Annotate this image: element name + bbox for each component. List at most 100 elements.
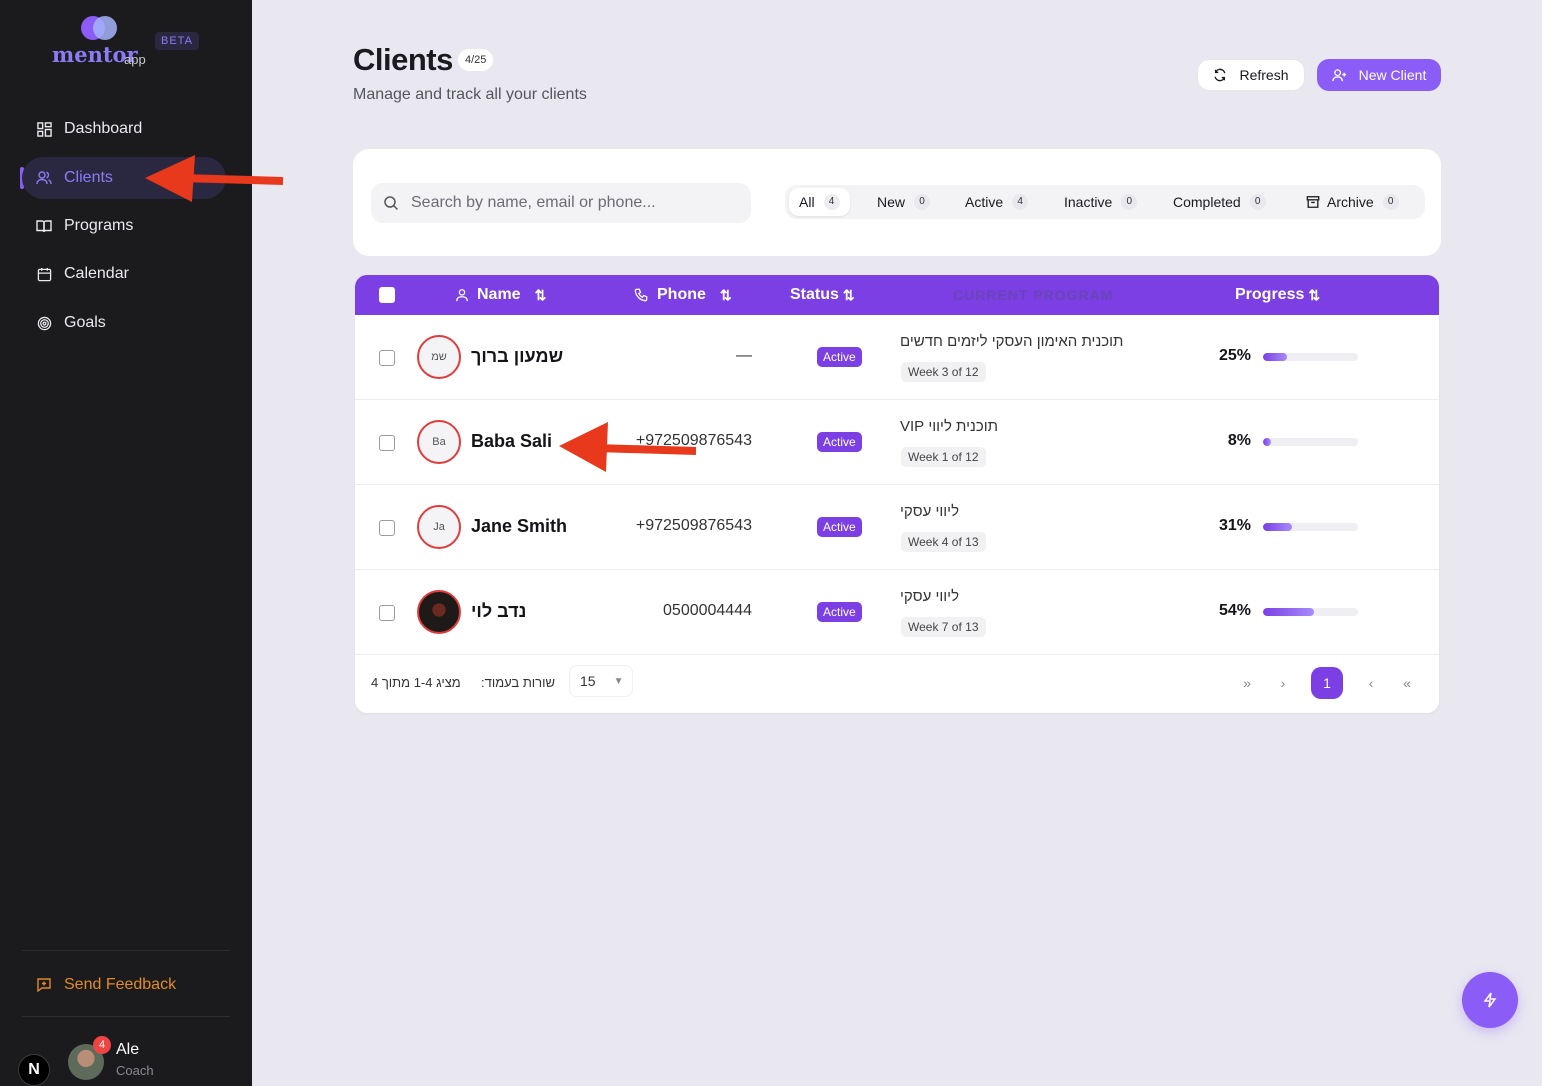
tab-count: 4 bbox=[823, 194, 840, 210]
rows-per-page-select[interactable]: 15 ▼ bbox=[569, 665, 633, 697]
sort-icon[interactable]: ⇅ bbox=[720, 287, 732, 304]
tab-label: Inactive bbox=[1064, 194, 1113, 210]
table-row[interactable]: שמ שמעון ברוך — Active תוכנית האימון העס… bbox=[355, 315, 1439, 400]
tab-count: 0 bbox=[914, 194, 931, 210]
next-page-button[interactable]: › bbox=[1267, 667, 1299, 699]
feedback-icon bbox=[36, 977, 52, 993]
mentor-logo[interactable]: mentor app bbox=[50, 16, 160, 72]
tab-active[interactable]: Active 4 bbox=[955, 188, 1038, 216]
logo-circle-icon bbox=[93, 16, 117, 40]
calendar-icon bbox=[36, 266, 52, 282]
tab-inactive[interactable]: Inactive 0 bbox=[1054, 188, 1147, 216]
last-page-button[interactable]: « bbox=[1391, 667, 1423, 699]
tab-count: 0 bbox=[1121, 194, 1138, 210]
sidebar-item-programs[interactable]: Programs bbox=[22, 205, 226, 247]
progress-fill bbox=[1263, 608, 1315, 616]
refresh-button[interactable]: Refresh bbox=[1197, 59, 1305, 91]
user-name: Ale bbox=[116, 1041, 140, 1058]
send-feedback-button[interactable]: Send Feedback bbox=[36, 976, 176, 994]
week-badge: Week 4 of 13 bbox=[901, 532, 986, 552]
progress-percent: 31% bbox=[1218, 517, 1251, 534]
status-badge: Active bbox=[817, 517, 862, 537]
program-name: ליווי עסקי bbox=[900, 503, 960, 520]
page-button-current[interactable]: 1 bbox=[1311, 667, 1343, 699]
table-row[interactable]: נדב לוי 0500004444 Active ליווי עסקי Wee… bbox=[355, 570, 1439, 655]
annotation-arrow-icon bbox=[145, 155, 284, 202]
row-checkbox[interactable] bbox=[379, 520, 395, 536]
avatar bbox=[417, 590, 461, 634]
progress-bar bbox=[1263, 353, 1358, 361]
row-checkbox[interactable] bbox=[379, 350, 395, 366]
avatar: שמ bbox=[417, 335, 461, 379]
nextjs-dev-badge[interactable]: N bbox=[18, 1054, 50, 1086]
search-input[interactable] bbox=[411, 194, 731, 212]
tab-count: 0 bbox=[1249, 194, 1266, 210]
column-label: Phone bbox=[657, 286, 706, 303]
client-name[interactable]: נדב לוי bbox=[471, 601, 526, 622]
table-footer: מציג 1-4 מתוך 4 שורות בעמוד: 15 ▼ » › 1 … bbox=[355, 653, 1439, 713]
tab-completed[interactable]: Completed 0 bbox=[1163, 188, 1276, 216]
program-name: תוכנית ליווי VIP bbox=[900, 418, 998, 435]
progress-percent: 8% bbox=[1227, 432, 1251, 449]
previous-page-button[interactable]: ‹ bbox=[1355, 667, 1387, 699]
lightning-icon bbox=[1483, 992, 1497, 1008]
user-icon bbox=[456, 289, 468, 302]
client-phone: +972509876543 bbox=[635, 517, 752, 534]
sort-icon[interactable]: ⇅ bbox=[843, 287, 855, 304]
annotation-arrow-icon bbox=[559, 422, 697, 472]
add-user-icon bbox=[1331, 68, 1346, 81]
week-badge: Week 3 of 12 bbox=[901, 362, 986, 382]
column-label: CURRENT PROGRAM bbox=[953, 287, 1114, 303]
table-header: Name ⇅ Phone ⇅ Status ⇅ CURRENT PROGRAM … bbox=[355, 275, 1439, 315]
pagination-summary: מציג 1-4 מתוך 4 bbox=[371, 675, 461, 690]
sidebar-item-goals[interactable]: Goals bbox=[22, 302, 226, 344]
status-badge: Active bbox=[817, 602, 862, 622]
client-phone: — bbox=[736, 347, 752, 364]
first-page-button[interactable]: » bbox=[1231, 667, 1263, 699]
sidebar-item-calendar[interactable]: Calendar bbox=[22, 253, 226, 295]
refresh-icon bbox=[1214, 68, 1226, 82]
client-phone: 0500004444 bbox=[663, 602, 752, 619]
column-header-status[interactable]: Status ⇅ bbox=[790, 275, 855, 315]
avatar: Ja bbox=[417, 505, 461, 549]
program-name: ליווי עסקי bbox=[900, 588, 960, 605]
tab-new[interactable]: New 0 bbox=[867, 188, 940, 216]
row-checkbox[interactable] bbox=[379, 435, 395, 451]
dashboard-icon bbox=[36, 121, 52, 137]
tab-label: Active bbox=[965, 194, 1004, 210]
sidebar-item-dashboard[interactable]: Dashboard bbox=[22, 108, 226, 150]
status-filter-tabs: All 4 New 0 Active 4 Inactive 0 Completed 0 A… bbox=[785, 185, 1425, 219]
search-box[interactable] bbox=[371, 183, 751, 223]
column-header-progress[interactable]: Progress ⇅ bbox=[1235, 275, 1320, 315]
rows-per-page-label: שורות בעמוד: bbox=[481, 675, 555, 690]
quick-action-button[interactable] bbox=[1462, 972, 1518, 1028]
tab-label: All bbox=[799, 194, 815, 210]
send-feedback-label: Send Feedback bbox=[64, 976, 177, 993]
column-header-phone[interactable]: Phone ⇅ bbox=[634, 275, 732, 315]
avatar: Ba bbox=[417, 420, 461, 464]
table-row[interactable]: Ba Baba Sali +972509876543 Active תוכנית… bbox=[355, 400, 1439, 485]
tab-archive[interactable]: Archive 0 bbox=[1296, 188, 1409, 216]
sort-icon[interactable]: ⇅ bbox=[1308, 287, 1320, 304]
progress-fill bbox=[1263, 438, 1271, 446]
client-name[interactable]: Baba Sali bbox=[471, 431, 552, 452]
progress-bar bbox=[1263, 608, 1358, 616]
new-client-button[interactable]: New Client bbox=[1317, 59, 1441, 91]
client-name[interactable]: שמעון ברוך bbox=[471, 346, 563, 367]
sidebar-item-label: Calendar bbox=[64, 265, 129, 282]
client-count-badge: 4/25 bbox=[458, 49, 494, 71]
client-name[interactable]: Jane Smith bbox=[471, 516, 567, 537]
sidebar-divider bbox=[22, 950, 230, 951]
sort-icon[interactable]: ⇅ bbox=[535, 287, 547, 304]
tab-all[interactable]: All 4 bbox=[789, 188, 850, 216]
user-role: Coach bbox=[116, 1063, 154, 1078]
column-header-program: CURRENT PROGRAM bbox=[953, 275, 1113, 315]
column-header-name[interactable]: Name ⇅ bbox=[455, 275, 546, 315]
select-all-checkbox[interactable] bbox=[379, 287, 395, 303]
row-checkbox[interactable] bbox=[379, 605, 395, 621]
sidebar-item-label: Programs bbox=[64, 217, 134, 234]
double-chevron-icon: » bbox=[1243, 675, 1251, 691]
table-row[interactable]: Ja Jane Smith +972509876543 Active ליווי… bbox=[355, 485, 1439, 570]
column-label: Name bbox=[477, 286, 521, 303]
phone-icon bbox=[634, 288, 648, 302]
